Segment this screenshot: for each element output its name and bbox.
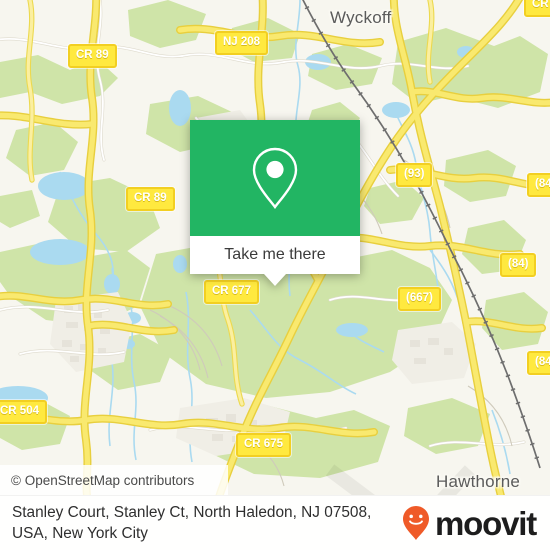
road-shield-cr-89-west[interactable]: CR 89 bbox=[126, 187, 175, 211]
road-shield-cr-504[interactable]: CR 504 bbox=[0, 400, 47, 424]
moovit-brand[interactable]: moovit bbox=[401, 504, 537, 542]
address-text: Stanley Court, Stanley Ct, North Haledon… bbox=[12, 502, 371, 545]
road-shield-84-upper[interactable]: (84) bbox=[527, 173, 550, 197]
road-shield-667[interactable]: (667) bbox=[398, 287, 441, 311]
map-screenshot: .park { fill:#cfe4a8; } .water { fill:#a… bbox=[0, 0, 550, 550]
map-attribution[interactable]: © OpenStreetMap contributors bbox=[0, 465, 228, 495]
address-line-2: USA, New York City bbox=[12, 525, 148, 542]
popup-tail-pointer bbox=[264, 274, 286, 286]
location-popup[interactable]: Take me there bbox=[190, 120, 360, 286]
take-me-there-label: Take me there bbox=[224, 246, 326, 263]
road-shield-84-middle[interactable]: (84) bbox=[500, 253, 537, 277]
road-shield-cr-675[interactable]: CR 675 bbox=[236, 433, 291, 457]
take-me-there-button[interactable]: Take me there bbox=[190, 236, 360, 274]
road-shield-cr-677[interactable]: CR 677 bbox=[204, 280, 259, 304]
popup-image-panel bbox=[190, 120, 360, 236]
road-shield-84-lower[interactable]: (84) bbox=[527, 351, 550, 375]
map-canvas[interactable]: .park { fill:#cfe4a8; } .water { fill:#a… bbox=[0, 0, 550, 495]
address-line-1: Stanley Court, Stanley Ct, North Haledon… bbox=[12, 503, 372, 521]
road-shield-93[interactable]: (93) bbox=[396, 163, 433, 187]
map-pin-icon bbox=[252, 147, 298, 209]
moovit-smiley-pin-icon bbox=[403, 506, 430, 540]
moovit-wordmark: moovit bbox=[435, 504, 537, 542]
road-shield-nj-208[interactable]: NJ 208 bbox=[215, 31, 269, 55]
road-shield-cr-top-right[interactable]: CR bbox=[524, 0, 550, 17]
footer-bar: Stanley Court, Stanley Ct, North Haledon… bbox=[0, 495, 550, 550]
road-shield-cr-89-north[interactable]: CR 89 bbox=[68, 44, 117, 68]
attribution-text: © OpenStreetMap contributors bbox=[11, 472, 195, 488]
